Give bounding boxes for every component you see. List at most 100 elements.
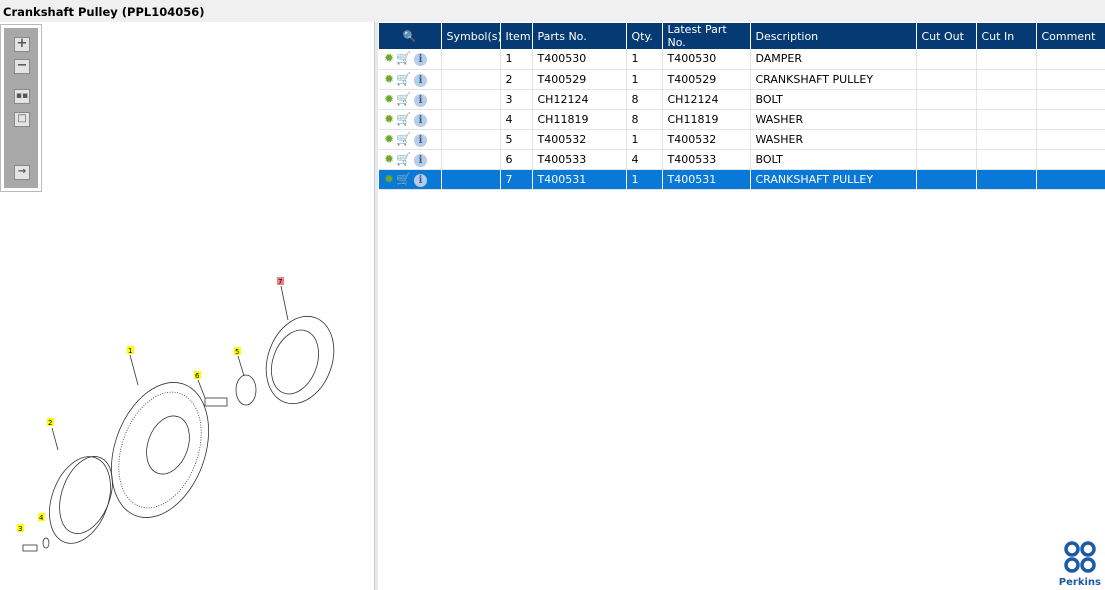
col-cut-out[interactable]: Cut Out	[916, 23, 977, 49]
cut-in-cell	[976, 89, 1037, 110]
cart-icon[interactable]: 🛒	[396, 172, 411, 186]
table-row[interactable]: ✹ 🛒 i 7 T400531 1 T400531 CRANKSHAFT PULLE…	[379, 169, 1105, 190]
table-row[interactable]: ✹ 🛒 i 4 CH11819 8 CH11819 WASHER	[379, 109, 1105, 130]
info-icon[interactable]: i	[414, 153, 428, 167]
gear-icon[interactable]: ✹	[384, 152, 394, 166]
gear-icon[interactable]: ✹	[384, 72, 394, 86]
cut-out-cell	[916, 129, 977, 150]
item-cell: 5	[500, 129, 533, 150]
search-column-header[interactable]: 🔍	[379, 23, 442, 49]
cart-icon[interactable]: 🛒	[396, 51, 411, 65]
qty-cell: 1	[626, 69, 663, 90]
item-cell: 4	[500, 109, 533, 130]
cut-out-cell	[916, 49, 977, 70]
info-icon[interactable]: i	[414, 133, 428, 147]
cart-icon[interactable]: 🛒	[396, 132, 411, 146]
item-cell: 3	[500, 89, 533, 110]
callout-1[interactable]: 1	[128, 347, 132, 355]
info-icon[interactable]: i	[414, 73, 428, 87]
cut-out-cell	[916, 149, 977, 170]
qty-cell: 1	[626, 169, 663, 190]
gear-icon[interactable]: ✹	[384, 172, 394, 186]
symbols-cell	[441, 129, 501, 150]
parts-no-cell: T400533	[532, 149, 627, 170]
qty-cell: 1	[626, 49, 663, 70]
item-cell: 2	[500, 69, 533, 90]
cart-icon[interactable]: 🛒	[396, 152, 411, 166]
symbols-cell	[441, 149, 501, 170]
latest-part-cell: T400532	[662, 129, 751, 150]
parts-no-cell: CH12124	[532, 89, 627, 110]
gear-icon[interactable]: ✹	[384, 92, 394, 106]
callout-4[interactable]: 4	[39, 514, 44, 522]
symbols-cell	[441, 89, 501, 110]
col-parts-no[interactable]: Parts No.	[532, 23, 627, 49]
info-icon[interactable]: i	[414, 113, 428, 127]
description-cell: CRANKSHAFT PULLEY	[750, 169, 917, 190]
col-description[interactable]: Description	[750, 23, 917, 49]
qty-cell: 8	[626, 109, 663, 130]
info-icon[interactable]: i	[414, 173, 428, 187]
col-item[interactable]: Item	[500, 23, 533, 49]
toggle-list-button[interactable]: →	[14, 165, 30, 180]
symbols-cell	[441, 109, 501, 130]
col-comment[interactable]: Comment	[1036, 23, 1105, 49]
parts-no-cell: T400530	[532, 49, 627, 70]
cut-in-cell	[976, 149, 1037, 170]
comment-cell	[1036, 149, 1105, 170]
latest-part-cell: T400531	[662, 169, 751, 190]
latest-part-cell: CH12124	[662, 89, 751, 110]
parts-no-cell: T400532	[532, 129, 627, 150]
parts-no-cell: T400531	[532, 169, 627, 190]
latest-part-cell: T400529	[662, 69, 751, 90]
info-icon[interactable]: i	[414, 53, 428, 67]
gear-icon[interactable]: ✹	[384, 112, 394, 126]
table-row[interactable]: ✹ 🛒 i 1 T400530 1 T400530 DAMPER	[379, 49, 1105, 70]
description-cell: WASHER	[750, 109, 917, 130]
callout-2[interactable]: 2	[48, 419, 52, 427]
qty-cell: 8	[626, 89, 663, 110]
symbols-cell	[441, 169, 501, 190]
gear-icon[interactable]: ✹	[384, 132, 394, 146]
comment-cell	[1036, 89, 1105, 110]
table-row[interactable]: ✹ 🛒 i 6 T400533 4 T400533 BOLT	[379, 149, 1105, 170]
comment-cell	[1036, 49, 1105, 70]
zoom-in-button[interactable]: +	[14, 37, 30, 52]
comment-cell	[1036, 69, 1105, 90]
comment-cell	[1036, 109, 1105, 130]
col-latest-part-no[interactable]: Latest Part No.	[662, 23, 751, 49]
zoom-out-button[interactable]: −	[14, 59, 30, 74]
table-row[interactable]: ✹ 🛒 i 2 T400529 1 T400529 CRANKSHAFT PULLE…	[379, 69, 1105, 90]
col-qty[interactable]: Qty.	[626, 23, 663, 49]
description-cell: BOLT	[750, 89, 917, 110]
cut-in-cell	[976, 49, 1037, 70]
description-cell: WASHER	[750, 129, 917, 150]
callout-3[interactable]: 3	[18, 525, 22, 533]
description-cell: CRANKSHAFT PULLEY	[750, 69, 917, 90]
table-row[interactable]: ✹ 🛒 i 5 T400532 1 T400532 WASHER	[379, 129, 1105, 150]
info-icon[interactable]: i	[414, 93, 428, 107]
gear-icon[interactable]: ✹	[384, 51, 394, 65]
magnifier-icon: 🔍	[402, 29, 417, 43]
callout-6[interactable]: 6	[195, 372, 200, 380]
cart-icon[interactable]: 🛒	[396, 92, 411, 106]
fit-all-button[interactable]: ▪▪	[14, 89, 30, 104]
col-symbols[interactable]: Symbol(s)	[441, 23, 502, 49]
latest-part-cell: T400533	[662, 149, 751, 170]
table-row[interactable]: ✹ 🛒 i 3 CH12124 8 CH12124 BOLT	[379, 89, 1105, 110]
actual-size-button[interactable]: □	[14, 112, 30, 127]
symbols-cell	[441, 49, 501, 70]
parts-no-cell: CH11819	[532, 109, 627, 130]
callout-7[interactable]: 7	[278, 278, 282, 286]
parts-table: 🔍 Symbol(s) Item Parts No. Qty. Latest P…	[379, 23, 1105, 190]
cart-icon[interactable]: 🛒	[396, 112, 411, 126]
cart-icon[interactable]: 🛒	[396, 72, 411, 86]
pane-splitter[interactable]	[374, 22, 378, 590]
col-cut-in[interactable]: Cut In	[976, 23, 1037, 49]
callout-5[interactable]: 5	[235, 348, 239, 356]
logo-text: Perkins	[1058, 577, 1101, 588]
item-cell: 6	[500, 149, 533, 170]
description-cell: DAMPER	[750, 49, 917, 70]
cut-out-cell	[916, 69, 977, 90]
perkins-logo: Perkins	[1059, 540, 1101, 588]
